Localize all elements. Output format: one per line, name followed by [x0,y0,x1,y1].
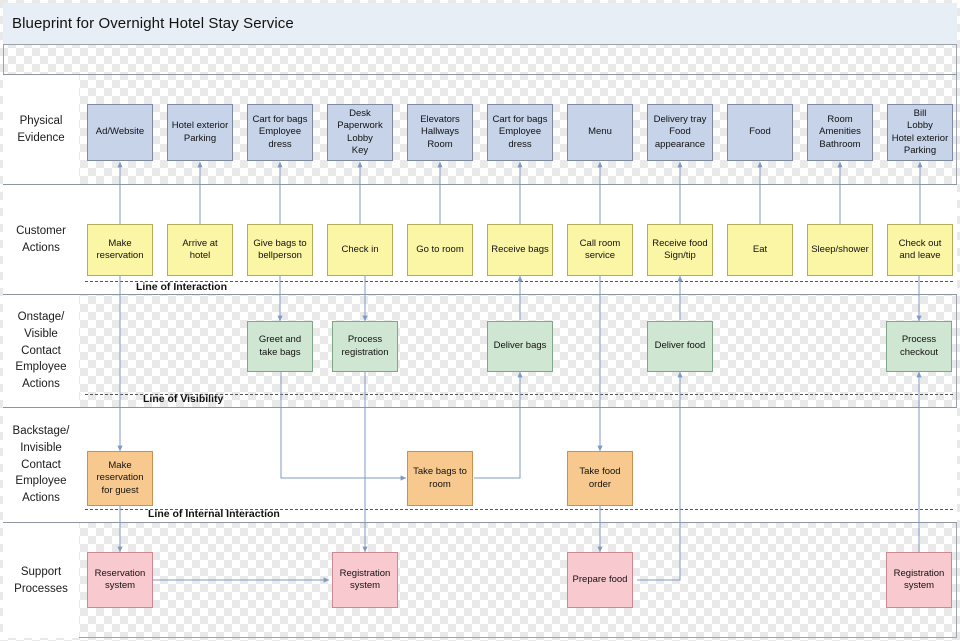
line-of-interaction-label: Line of Interaction [136,281,228,293]
title-bar: Blueprint for Overnight Hotel Stay Servi… [3,3,957,45]
backstage-action-item[interactable]: Take food order [567,451,633,506]
physical-evidence-item[interactable]: Bill Lobby Hotel exterior Parking [887,104,953,161]
row-label-backstage: Backstage/Invisible Contact Employee Action… [3,407,79,522]
page-title: Blueprint for Overnight Hotel Stay Servi… [12,15,294,32]
onstage-action-item[interactable]: Process registration [332,321,398,372]
row-label-customer-actions: Customer Actions [3,184,79,294]
customer-action-item[interactable]: Go to room [407,224,473,276]
row-label-text: Physical Evidence [17,114,65,144]
physical-evidence-item[interactable]: Elevators Hallways Room [407,104,473,161]
customer-action-item[interactable]: Receive food Sign/tip [647,224,713,276]
onstage-action-item[interactable]: Deliver bags [487,321,553,372]
row-label-text: Customer Actions [16,224,66,254]
row-band-backstage [79,407,957,522]
line-of-visibility-label: Line of Visibility [143,393,224,405]
blueprint-canvas: Blueprint for Overnight Hotel Stay Servi… [0,0,960,641]
physical-evidence-item[interactable]: Desk Paperwork Lobby Key [327,104,393,161]
onstage-action-item[interactable]: Greet and take bags [247,321,313,372]
row-label-physical-evidence: Physical Evidence [3,74,79,184]
physical-evidence-item[interactable]: Cart for bags Employee dress [487,104,553,161]
customer-action-item[interactable]: Call room service [567,224,633,276]
backstage-action-item[interactable]: Take bags to room [407,451,473,506]
physical-evidence-item[interactable]: Room Amenities Bathroom [807,104,873,161]
backstage-action-item[interactable]: Make reservation for guest [87,451,153,506]
customer-action-item[interactable]: Receive bags [487,224,553,276]
onstage-action-item[interactable]: Deliver food [647,321,713,372]
customer-action-item[interactable]: Eat [727,224,793,276]
row-label-text: Support Processes [14,565,68,595]
physical-evidence-item[interactable]: Ad/Website [87,104,153,161]
physical-evidence-item[interactable]: Cart for bags Employee dress [247,104,313,161]
physical-evidence-item[interactable]: Hotel exterior Parking [167,104,233,161]
physical-evidence-item[interactable]: Menu [567,104,633,161]
support-process-item[interactable]: Registration system [886,552,952,608]
physical-evidence-item[interactable]: Delivery tray Food appearance [647,104,713,161]
row-label-onstage: Onstage/Visible Contact Employee Actions [3,294,79,407]
support-process-item[interactable]: Registration system [332,552,398,608]
support-process-item[interactable]: Prepare food [567,552,633,608]
customer-action-item[interactable]: Check out and leave [887,224,953,276]
row-band-support-processes [79,522,957,638]
customer-action-item[interactable]: Give bags to bellperson [247,224,313,276]
customer-action-item[interactable]: Check in [327,224,393,276]
onstage-action-item[interactable]: Process checkout [886,321,952,372]
row-label-text: Backstage/Invisible Contact Employee Action… [12,425,70,504]
customer-action-item[interactable]: Make reservation [87,224,153,276]
row-label-text: Onstage/Visible Contact Employee Actions [15,311,67,390]
row-label-support-processes: Support Processes [3,522,79,638]
customer-action-item[interactable]: Sleep/shower [807,224,873,276]
line-of-internal-interaction-label: Line of Internal Interaction [148,508,280,520]
customer-action-item[interactable]: Arrive at hotel [167,224,233,276]
physical-evidence-item[interactable]: Food [727,104,793,161]
support-process-item[interactable]: Reservation system [87,552,153,608]
